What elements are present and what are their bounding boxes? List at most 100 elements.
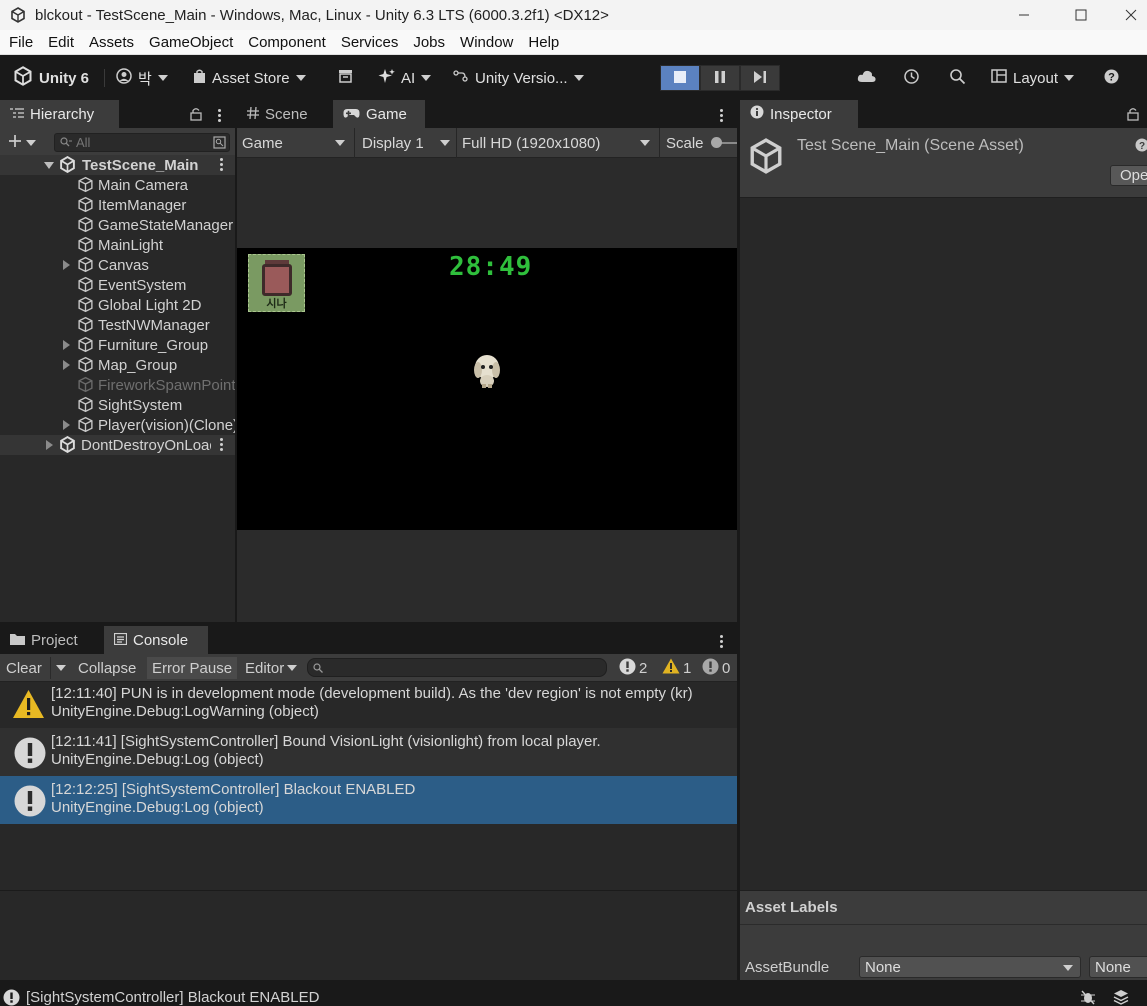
console-log-entry[interactable]: [12:11:41] [SightSystemController] Bound…	[0, 728, 737, 776]
minimize-button[interactable]	[1001, 0, 1047, 30]
lock-icon[interactable]	[1127, 107, 1139, 125]
console-log-entry[interactable]: [12:11:40] PUN is in development mode (d…	[0, 680, 737, 728]
search-by-type-icon[interactable]	[213, 136, 226, 152]
hierarchy-item[interactable]: Furniture_Group	[0, 335, 235, 355]
center-menu-icon[interactable]	[719, 109, 723, 122]
dontdestroy-menu-icon[interactable]	[219, 438, 223, 451]
lock-icon[interactable]	[190, 107, 202, 125]
history-button[interactable]	[903, 65, 920, 91]
log-source: UnityEngine.Debug:LogWarning (object)	[51, 703, 319, 720]
hierarchy-search-input[interactable]: All	[54, 133, 230, 152]
cloud-button[interactable]	[857, 65, 877, 91]
expand-arrow-icon[interactable]	[63, 340, 70, 350]
tab-project[interactable]: Project	[0, 626, 100, 654]
player-character-icon	[472, 353, 502, 393]
status-message[interactable]: [SightSystemController] Blackout ENABLED	[26, 989, 319, 1006]
help-icon[interactable]: ?	[1135, 138, 1147, 156]
hierarchy-item[interactable]: SightSystem	[0, 395, 235, 415]
version-control-button[interactable]: Unity Versio...	[453, 65, 584, 91]
scene-menu-icon[interactable]	[219, 158, 223, 171]
debug-bug-icon[interactable]	[1080, 989, 1096, 1006]
hierarchy-menu-icon[interactable]	[217, 109, 221, 122]
layout-label: Layout	[1013, 69, 1059, 87]
hierarchy-item[interactable]: TestNWManager	[0, 315, 235, 335]
hierarchy-item[interactable]: MainLight	[0, 235, 235, 255]
hierarchy-item[interactable]: GameStateManager	[0, 215, 235, 235]
hierarchy-item[interactable]: Player(vision)(Clone)	[0, 415, 235, 435]
tab-scene[interactable]: Scene	[237, 100, 331, 128]
search-button[interactable]	[949, 65, 966, 91]
tab-hierarchy[interactable]: Hierarchy	[0, 100, 119, 128]
expand-arrow-icon[interactable]	[46, 440, 53, 450]
resolution-select[interactable]: Full HD (1920x1080)	[462, 128, 652, 158]
expand-arrow-icon[interactable]	[63, 360, 70, 370]
hierarchy-item[interactable]: Main Camera	[0, 175, 235, 195]
hierarchy-search-placeholder: All	[76, 135, 91, 150]
layers-icon[interactable]	[1113, 989, 1129, 1006]
tab-console[interactable]: Console	[104, 626, 208, 654]
maximize-button[interactable]	[1058, 0, 1104, 30]
pause-button[interactable]	[700, 65, 740, 91]
display-select[interactable]: Display 1	[362, 128, 452, 158]
menu-edit[interactable]: Edit	[42, 34, 83, 51]
menu-jobs[interactable]: Jobs	[407, 34, 454, 51]
error-filter-toggle[interactable]: 0	[697, 657, 735, 679]
console-log-entry-selected[interactable]: [12:12:25] [SightSystemController] Black…	[0, 776, 737, 824]
account-button[interactable]: 박	[116, 65, 168, 91]
gameobject-cube-icon	[77, 196, 94, 213]
step-icon	[753, 70, 767, 87]
ai-button[interactable]: AI	[378, 65, 432, 91]
menu-assets[interactable]: Assets	[83, 34, 143, 51]
scale-slider-handle[interactable]	[711, 137, 722, 148]
open-button[interactable]: Ope	[1110, 165, 1147, 186]
asset-variant-select[interactable]: None	[1089, 956, 1147, 978]
hierarchy-item[interactable]: ItemManager	[0, 195, 235, 215]
console-search-input[interactable]	[307, 658, 607, 677]
unity-version-button[interactable]: Unity 6	[13, 65, 89, 91]
menu-file[interactable]: File	[3, 34, 42, 51]
collapse-button[interactable]: Collapse	[73, 657, 141, 679]
hierarchy-item[interactable]: Canvas	[0, 255, 235, 275]
game-view-select[interactable]: Game	[242, 128, 347, 158]
console-menu-icon[interactable]	[719, 635, 723, 648]
package-button[interactable]	[338, 65, 353, 91]
tab-inspector-label: Inspector	[770, 105, 832, 123]
expand-arrow-icon[interactable]	[63, 420, 70, 430]
menu-gameobject[interactable]: GameObject	[143, 34, 242, 51]
play-stop-button[interactable]	[660, 65, 700, 91]
hierarchy-item[interactable]: EventSystem	[0, 275, 235, 295]
editor-target-dropdown[interactable]: Editor	[240, 657, 302, 679]
create-button[interactable]	[8, 134, 36, 152]
hierarchy-dontdestroy-row[interactable]: DontDestroyOnLoad	[0, 435, 235, 455]
layout-button[interactable]: Layout	[991, 65, 1075, 91]
expand-arrow-icon[interactable]	[44, 162, 54, 169]
menu-help[interactable]: Help	[522, 34, 568, 51]
menu-component[interactable]: Component	[242, 34, 335, 51]
clear-button[interactable]: Clear	[1, 657, 47, 679]
error-pause-button[interactable]: Error Pause	[147, 657, 238, 679]
step-button[interactable]	[740, 65, 780, 91]
clear-options-dropdown[interactable]	[50, 657, 70, 679]
game-view[interactable]: 시나 28:49	[237, 158, 737, 622]
asset-bundle-select[interactable]: None	[859, 956, 1081, 978]
hierarchy-item-inactive[interactable]: FireworkSpawnPoint	[0, 375, 235, 395]
hierarchy-item[interactable]: Global Light 2D	[0, 295, 235, 315]
help-button[interactable]: ?	[1104, 65, 1119, 91]
jar-icon	[262, 264, 292, 296]
game-viewport[interactable]: 시나 28:49	[237, 248, 737, 530]
tab-inspector[interactable]: Inspector	[740, 100, 858, 128]
log-filter-toggle[interactable]: 2	[614, 657, 652, 679]
asset-store-button[interactable]: Asset Store	[193, 65, 306, 91]
console-detail-pane[interactable]	[0, 890, 737, 980]
log-source: UnityEngine.Debug:Log (object)	[51, 751, 264, 768]
hierarchy-scene-row[interactable]: TestScene_Main	[0, 155, 235, 175]
menu-services[interactable]: Services	[335, 34, 408, 51]
close-window-button[interactable]	[1115, 0, 1147, 30]
search-icon	[949, 68, 966, 89]
warning-filter-toggle[interactable]: 1	[657, 657, 696, 679]
help-icon: ?	[1104, 69, 1119, 88]
menu-window[interactable]: Window	[454, 34, 522, 51]
expand-arrow-icon[interactable]	[63, 260, 70, 270]
tab-game[interactable]: Game	[333, 100, 425, 128]
hierarchy-item[interactable]: Map_Group	[0, 355, 235, 375]
